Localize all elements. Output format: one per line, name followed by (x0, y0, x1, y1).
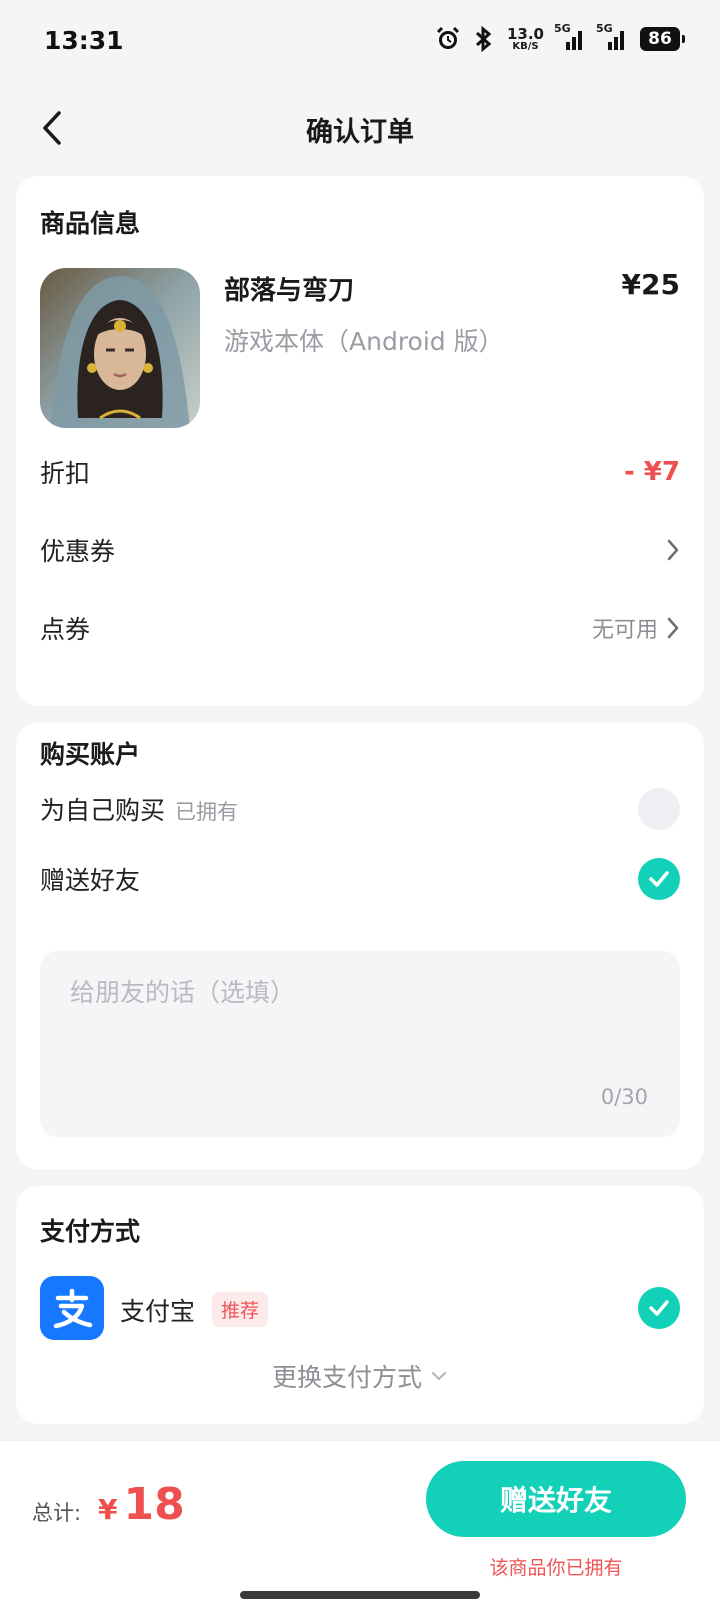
section-title-account: 购买账户 (40, 740, 141, 769)
discount-value: - ¥7 (623, 457, 680, 487)
points-label: 点券 (40, 615, 91, 644)
alipay-label: 支付宝 (120, 1297, 196, 1326)
chevron-right-icon (667, 617, 679, 639)
gift-friend-label: 赠送好友 (40, 866, 141, 895)
discount-row: 折扣 - ¥7 (40, 442, 680, 502)
section-title-product: 商品信息 (40, 209, 141, 238)
message-char-counter: 0/30 (600, 1085, 648, 1109)
alipay-logo-icon (40, 1276, 104, 1340)
gift-friend-button[interactable]: 赠送好友 (426, 1461, 686, 1537)
status-icons: 13.0 KB/S 5G 5G 86 (435, 22, 685, 52)
change-payment-label: 更换支付方式 (271, 1363, 422, 1392)
net-speed: 13.0 KB/S (506, 24, 544, 52)
points-value: 无可用 (591, 618, 658, 643)
gift-message-input[interactable] (40, 951, 680, 1137)
owned-hint: 该商品你已拥有 (489, 1557, 623, 1579)
page-title: 确认订单 (306, 117, 414, 148)
alipay-radio[interactable] (638, 1287, 680, 1329)
game-cover-image (40, 268, 200, 428)
buy-for-self-radio[interactable] (638, 788, 680, 830)
recommend-badge: 推荐 (212, 1292, 269, 1327)
gift-friend-radio[interactable] (638, 858, 680, 900)
change-payment-button[interactable]: 更换支付方式 (16, 1358, 704, 1394)
game-edition: 游戏本体（Android 版） (224, 327, 504, 356)
purchase-account-card: 购买账户 为自己购买已拥有 赠送好友 0/30 (16, 723, 704, 1169)
total-value: 18 (123, 1479, 185, 1530)
discount-label: 折扣 (40, 459, 91, 488)
gift-friend-option[interactable]: 赠送好友 (40, 849, 680, 909)
payment-method-card: 支付方式 支付宝 推荐 更换支付方式 (16, 1186, 704, 1424)
coupon-label: 优惠券 (40, 537, 116, 566)
coupon-row[interactable]: 优惠券 (40, 520, 680, 580)
game-price: ¥25 (621, 268, 680, 301)
owned-tag: 已拥有 (175, 800, 239, 824)
battery-icon: 86 (640, 27, 685, 51)
signal-icon: 5G (596, 22, 628, 52)
buy-for-self-option[interactable]: 为自己购买 已拥有 (40, 779, 680, 839)
chevron-down-icon (432, 1372, 446, 1381)
currency-symbol: ¥ (98, 1493, 118, 1526)
points-row[interactable]: 点券 无可用 (40, 598, 680, 658)
check-icon (649, 1300, 669, 1316)
nav-bar: 确认订单 (0, 92, 720, 164)
home-indicator[interactable] (240, 1591, 480, 1599)
game-name: 部落与弯刀 (224, 276, 355, 306)
check-icon (649, 871, 669, 887)
alarm-icon (435, 26, 461, 52)
buy-for-self-label: 为自己购买 (40, 796, 166, 825)
signal-icon: 5G (554, 22, 586, 52)
status-time: 13:31 (44, 26, 124, 55)
total-label: 总计: (32, 1501, 82, 1525)
total-amount: ¥18 (98, 1479, 185, 1530)
status-bar: 13:31 13.0 KB/S 5G 5G 86 (0, 0, 720, 84)
section-title-payment: 支付方式 (40, 1217, 141, 1246)
checkout-bar: 总计: ¥18 赠送好友 该商品你已拥有 (0, 1440, 720, 1609)
product-info-card: 商品信息 部落与弯刀 ¥25 游戏本体（Android 版） 折扣 - ¥7 优… (16, 176, 704, 706)
bluetooth-icon (473, 26, 495, 52)
chevron-right-icon (667, 539, 679, 561)
